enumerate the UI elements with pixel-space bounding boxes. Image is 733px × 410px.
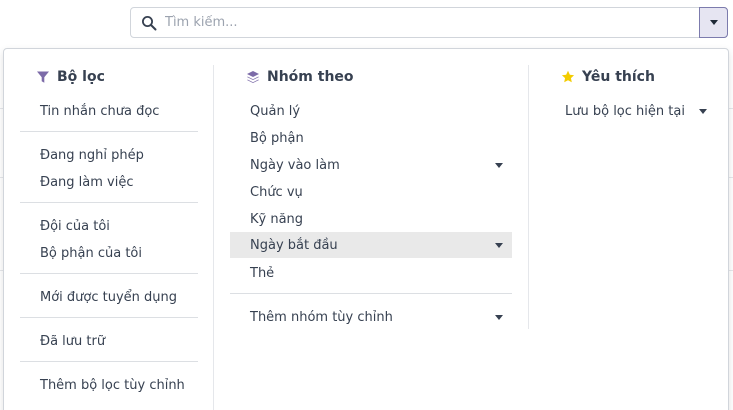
caret-down-icon: [709, 20, 718, 25]
filter-item-on-leave[interactable]: Đang nghỉ phép: [20, 142, 198, 168]
star-icon: [561, 70, 575, 83]
groupby-item-skills[interactable]: Kỹ năng: [230, 206, 512, 232]
favorites-item-label: Lưu bộ lọc hiện tại: [565, 103, 685, 119]
search-options-toggle-button[interactable]: [699, 7, 728, 38]
search-bar: [130, 7, 728, 38]
background-divider: [729, 177, 733, 178]
groupby-item-label: Thêm nhóm tùy chỉnh: [250, 309, 393, 325]
filter-item-archived[interactable]: Đã lưu trữ: [20, 328, 198, 354]
favorites-column: Yêu thích Lưu bộ lọc hiện tại: [559, 49, 719, 410]
filter-item-label: Đang làm việc: [40, 174, 134, 190]
favorites-header-label: Yêu thích: [582, 69, 655, 85]
filters-divider: [20, 361, 198, 362]
groupby-item-label: Ngày bắt đầu: [250, 237, 338, 253]
add-custom-filter-item[interactable]: Thêm bộ lọc tùy chỉnh: [20, 372, 198, 398]
groupby-item-start-date[interactable]: Ngày bắt đầu: [230, 232, 512, 258]
filters-column: Bộ lọc Tin nhắn chưa đọc Đang nghỉ phép …: [20, 49, 198, 410]
filter-item-label: Tin nhắn chưa đọc: [40, 103, 160, 119]
groupby-column: Nhóm theo Quản lý Bộ phận Ngày vào làm C…: [230, 49, 512, 410]
groupby-header: Nhóm theo: [246, 67, 354, 87]
column-divider: [213, 65, 214, 410]
groupby-item-label: Ngày vào làm: [250, 157, 340, 173]
search-icon: [142, 16, 157, 31]
filter-item-label: Bộ phận của tôi: [40, 245, 142, 261]
filter-item-label: Mới được tuyển dụng: [40, 289, 178, 305]
search-options-dropdown: Bộ lọc Tin nhắn chưa đọc Đang nghỉ phép …: [3, 48, 729, 410]
filter-item-label: Đội của tôi: [40, 218, 110, 234]
caret-down-icon: [699, 109, 707, 114]
filters-divider: [20, 273, 198, 274]
groupby-item-manager[interactable]: Quản lý: [230, 98, 512, 124]
filters-divider: [20, 131, 198, 132]
filter-item-unread-messages[interactable]: Tin nhắn chưa đọc: [20, 98, 198, 124]
caret-down-icon: [495, 315, 503, 320]
search-input[interactable]: [165, 10, 685, 35]
funnel-icon: [37, 71, 49, 83]
groupby-item-label: Chức vụ: [250, 184, 303, 200]
filter-item-working[interactable]: Đang làm việc: [20, 169, 198, 195]
column-divider: [528, 65, 529, 329]
groupby-item-label: Bộ phận: [250, 130, 304, 146]
groupby-item-label: Thẻ: [250, 265, 275, 281]
caret-down-icon: [495, 163, 503, 168]
background-divider: [729, 270, 733, 271]
filter-item-label: Đã lưu trữ: [40, 333, 106, 349]
filters-divider: [20, 317, 198, 318]
filters-header-label: Bộ lọc: [57, 69, 105, 85]
filter-item-label: Đang nghỉ phép: [40, 147, 144, 163]
layers-icon: [247, 71, 259, 83]
groupby-item-label: Kỹ năng: [250, 211, 304, 227]
search-panel-page: Bộ lọc Tin nhắn chưa đọc Đang nghỉ phép …: [0, 0, 733, 410]
caret-down-icon: [495, 243, 503, 248]
background-divider: [729, 108, 733, 109]
filters-divider: [20, 202, 198, 203]
add-custom-group-item[interactable]: Thêm nhóm tùy chỉnh: [230, 304, 512, 330]
groupby-item-tags[interactable]: Thẻ: [230, 260, 512, 286]
groupby-item-label: Quản lý: [250, 103, 301, 119]
filters-header: Bộ lọc: [36, 67, 105, 87]
groupby-divider: [230, 293, 512, 294]
groupby-item-job-position[interactable]: Chức vụ: [230, 179, 512, 205]
groupby-header-label: Nhóm theo: [267, 69, 354, 85]
groupby-item-hire-date[interactable]: Ngày vào làm: [230, 152, 512, 178]
filter-item-my-department[interactable]: Bộ phận của tôi: [20, 240, 198, 266]
filter-item-label: Thêm bộ lọc tùy chỉnh: [40, 377, 185, 393]
filter-item-my-team[interactable]: Đội của tôi: [20, 213, 198, 239]
groupby-item-department[interactable]: Bộ phận: [230, 125, 512, 151]
filter-item-newly-hired[interactable]: Mới được tuyển dụng: [20, 284, 198, 310]
save-current-filter-item[interactable]: Lưu bộ lọc hiện tại: [559, 98, 719, 124]
favorites-header: Yêu thích: [561, 67, 655, 87]
